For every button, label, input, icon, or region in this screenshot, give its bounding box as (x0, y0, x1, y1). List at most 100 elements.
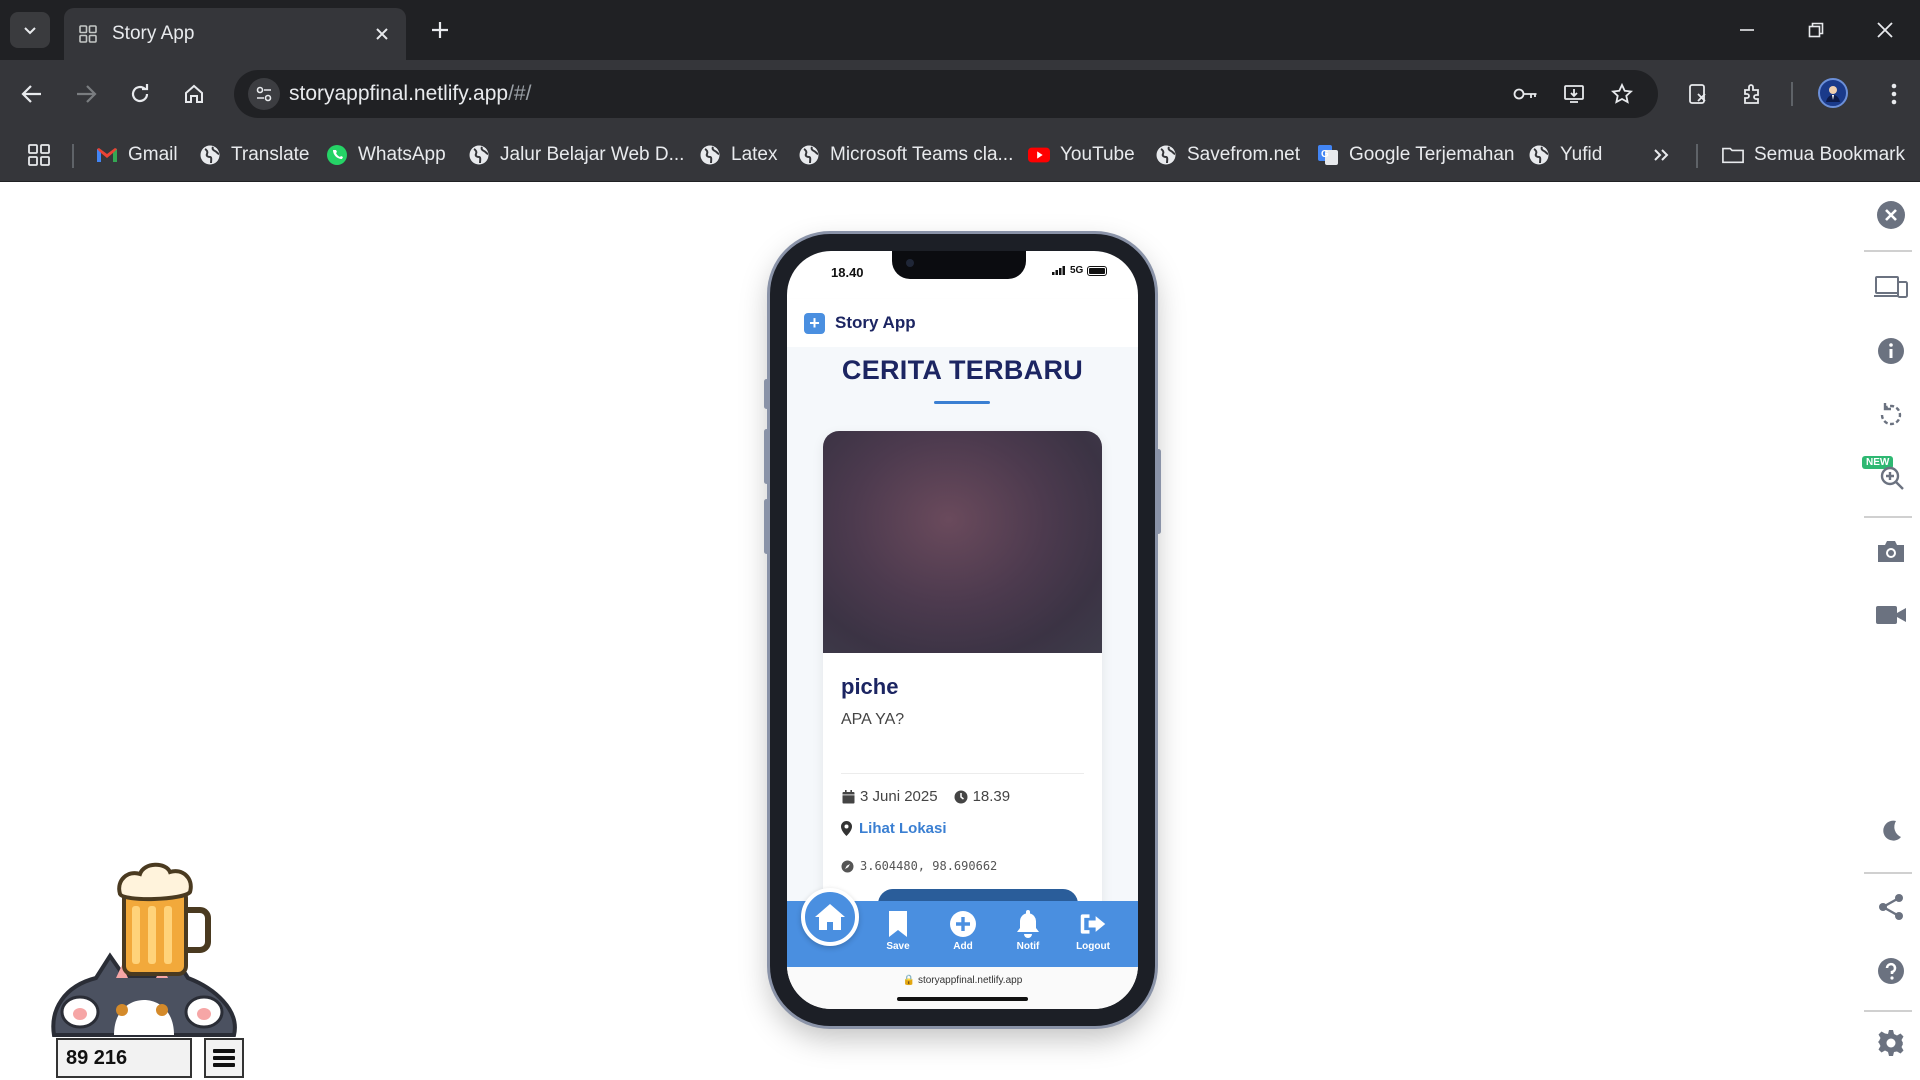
forward-button[interactable] (68, 76, 104, 112)
close-window-button[interactable] (1869, 14, 1901, 46)
apps-icon[interactable] (24, 140, 54, 170)
close-icon[interactable] (372, 24, 392, 44)
story-card[interactable]: piche APA YA? 3 Juni 2025 18.39 Lihat Lo… (823, 431, 1102, 931)
bookmark-youtube[interactable]: YouTube (1028, 140, 1135, 170)
info-button[interactable] (1872, 332, 1910, 370)
nav-add[interactable]: Add (938, 909, 988, 952)
devices-icon (1874, 276, 1908, 298)
phone-screen: 18.40 5G + Story App CERITA TERBARU pich… (787, 251, 1138, 1009)
card-divider (841, 773, 1084, 774)
globe-icon (199, 144, 221, 166)
view-location-link[interactable]: Lihat Lokasi (841, 820, 947, 837)
extensions-icon[interactable] (1735, 76, 1771, 112)
dark-mode-button[interactable] (1872, 812, 1910, 850)
record-video-button[interactable] (1872, 596, 1910, 634)
active-tab[interactable]: Story App (64, 8, 406, 60)
globe-icon (1155, 144, 1177, 166)
settings-button[interactable] (1872, 1024, 1910, 1062)
status-indicators: 5G (1052, 265, 1108, 276)
all-bookmarks-folder[interactable]: Semua Bookmark (1722, 140, 1905, 170)
screenshot-button[interactable] (1872, 532, 1910, 570)
story-image[interactable] (823, 431, 1102, 653)
reload-button[interactable] (122, 76, 158, 112)
extension-sidebar: NEW (1862, 182, 1920, 1080)
location-label[interactable]: Lihat Lokasi (859, 820, 947, 837)
nav-logout[interactable]: Logout (1068, 909, 1118, 952)
new-tab-button[interactable] (424, 14, 456, 46)
bookmark-yufid[interactable]: Yufid (1528, 140, 1602, 170)
bookmark-jalur-belajar[interactable]: Jalur Belajar Web D... (468, 140, 684, 170)
story-feed: CERITA TERBARU piche APA YA? 3 Juni 2025… (787, 347, 1138, 931)
address-bar[interactable]: storyappfinal.netlify.app/#/ (234, 70, 1658, 118)
folder-icon (1722, 144, 1744, 166)
phone-notch (892, 251, 1026, 279)
toolbar-divider (1791, 82, 1793, 106)
profile-avatar[interactable] (1818, 78, 1848, 108)
home-button[interactable] (176, 76, 212, 112)
minimize-button[interactable] (1731, 14, 1763, 46)
desktop-pet-widget[interactable] (44, 860, 244, 1040)
extension-x-icon[interactable] (1680, 76, 1716, 112)
nav-save[interactable]: Save (873, 909, 923, 952)
globe-icon (798, 144, 820, 166)
minimize-icon (1740, 29, 1754, 31)
gear-icon (1878, 1030, 1904, 1056)
nav-home-button[interactable] (801, 888, 859, 946)
bookmark-latex[interactable]: Latex (699, 140, 777, 170)
share-button[interactable] (1872, 888, 1910, 926)
close-emulator-button[interactable] (1872, 196, 1910, 234)
install-app-icon[interactable] (1558, 78, 1590, 110)
coordinates-value: 3.604480, 98.690662 (860, 859, 998, 873)
bookmark-icon (884, 909, 912, 939)
nav-notif[interactable]: Notif (1003, 909, 1053, 952)
bookmarks-bar: Gmail Translate WhatsApp Jalur Belajar W… (0, 128, 1920, 182)
key-icon[interactable] (1510, 78, 1542, 110)
bookmark-label: Yufid (1560, 144, 1603, 165)
nav-label: Notif (1016, 941, 1040, 952)
front-camera (906, 259, 914, 267)
bookmark-microsoft-teams[interactable]: Microsoft Teams cla... (798, 140, 1013, 170)
cat-beer-mascot-icon (51, 862, 237, 1037)
bookmark-label: YouTube (1060, 144, 1135, 165)
tab-search-button[interactable] (10, 12, 50, 48)
sidebar-divider (1864, 516, 1912, 518)
restore-button[interactable] (1800, 14, 1832, 46)
pet-menu-button[interactable] (204, 1038, 244, 1078)
help-button[interactable] (1872, 952, 1910, 990)
kebab-menu-icon (1891, 83, 1897, 105)
volume-down-button (764, 499, 769, 554)
info-icon (1878, 338, 1904, 364)
network-type: 5G (1070, 265, 1084, 276)
video-camera-icon (1876, 606, 1906, 624)
plus-icon (432, 22, 448, 38)
bookmark-label: Translate (231, 144, 310, 165)
bookmark-translate[interactable]: Translate (199, 140, 310, 170)
bookmark-label: Semua Bookmark (1754, 144, 1906, 165)
bookmark-google-terjemahan[interactable]: G Google Terjemahan (1317, 140, 1514, 170)
rotate-button[interactable] (1872, 396, 1910, 434)
menu-button[interactable] (1876, 76, 1912, 112)
app-title[interactable]: Story App (835, 313, 916, 333)
back-button[interactable] (14, 76, 50, 112)
bookmark-gmail[interactable]: Gmail (96, 140, 178, 170)
calendar-icon (841, 789, 855, 804)
hamburger-menu-icon (213, 1049, 235, 1067)
bookmark-whatsapp[interactable]: WhatsApp (326, 140, 446, 170)
star-icon[interactable] (1606, 78, 1638, 110)
devices-button[interactable] (1872, 268, 1910, 306)
bookmark-label: Google Terjemahan (1349, 144, 1515, 165)
sidebar-divider (1864, 250, 1912, 252)
zoom-button[interactable] (1872, 458, 1910, 496)
app-header: + Story App (787, 299, 1138, 347)
site-settings-icon[interactable] (248, 78, 280, 110)
bookmark-savefrom[interactable]: Savefrom.net (1155, 140, 1300, 170)
double-chevron-right-icon (1650, 144, 1672, 166)
bookmark-label: Latex (731, 144, 778, 165)
more-bookmarks-button[interactable] (1650, 140, 1682, 170)
whatsapp-icon (326, 144, 348, 166)
title-underline (934, 401, 990, 404)
avatar-icon (1826, 86, 1840, 102)
story-time: 18.39 (972, 788, 1011, 805)
sidebar-divider (1864, 1010, 1912, 1012)
app-logo[interactable]: + (804, 312, 825, 334)
